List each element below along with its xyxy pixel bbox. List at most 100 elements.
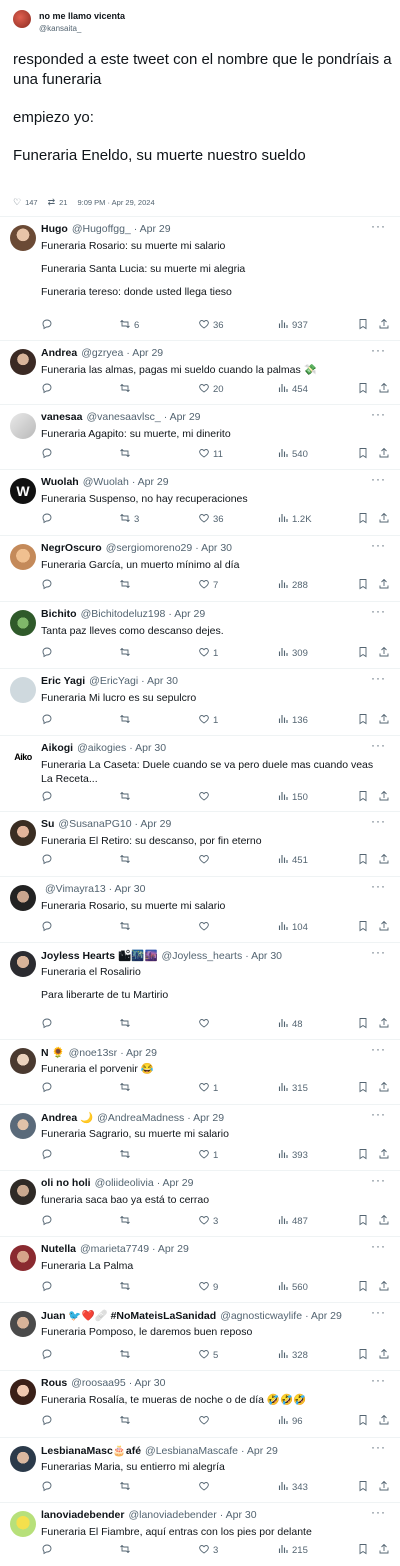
reply-button[interactable] xyxy=(41,1214,56,1229)
reply-tweet[interactable]: @Vimayra13 · Apr 30 ··· Funeraria Rosari… xyxy=(0,876,400,942)
share-button[interactable] xyxy=(378,1081,390,1096)
like-button[interactable]: 9 xyxy=(198,1280,218,1295)
share-button[interactable] xyxy=(378,1543,390,1558)
like-button[interactable] xyxy=(198,853,213,868)
reply-tweet[interactable]: Hugo @Hugoffgg_ · Apr 29 ··· Funeraria R… xyxy=(0,216,400,340)
author-name[interactable]: Juan 🐦❤️🩹 #NoMateisLaSanidad xyxy=(41,1309,216,1322)
reply-button[interactable] xyxy=(41,853,56,868)
share-button[interactable] xyxy=(378,1414,390,1429)
avatar[interactable] xyxy=(13,10,31,28)
reply-date[interactable]: · Apr 30 xyxy=(220,1509,257,1521)
retweet-button[interactable] xyxy=(119,578,134,593)
avatar[interactable] xyxy=(10,413,36,439)
bookmark-button[interactable] xyxy=(357,1017,369,1032)
like-button[interactable]: 1 xyxy=(198,1148,218,1163)
like-button[interactable]: 1 xyxy=(198,1081,218,1096)
share-button[interactable] xyxy=(378,512,390,527)
reply-tweet[interactable]: Andrea @gzryea · Apr 29 ··· Funeraria la… xyxy=(0,340,400,404)
reply-date[interactable]: · Apr 29 xyxy=(120,1047,157,1059)
author-name[interactable]: oli no holi xyxy=(41,1177,91,1189)
more-options-icon[interactable]: ··· xyxy=(371,738,386,752)
author-name[interactable]: LesbianaMasc🎂afé xyxy=(41,1444,141,1457)
reply-date[interactable]: · Apr 29 xyxy=(187,1112,224,1124)
bookmark-button[interactable] xyxy=(357,646,369,661)
reply-tweet[interactable]: Juan 🐦❤️🩹 #NoMateisLaSanidad @agnosticwa… xyxy=(0,1302,400,1370)
like-button[interactable]: 20 xyxy=(198,382,224,397)
author-handle[interactable]: @AndreaMadness xyxy=(97,1112,184,1124)
author-name[interactable]: Bichito xyxy=(41,608,77,620)
like-button[interactable]: 36 xyxy=(198,318,224,333)
author-handle[interactable]: @kansaita_ xyxy=(39,24,81,33)
avatar[interactable] xyxy=(10,1048,36,1074)
avatar[interactable] xyxy=(10,1511,36,1537)
retweet-button[interactable]: 3 xyxy=(119,512,139,527)
reply-tweet[interactable]: Rous @roosaa95 · Apr 30 ··· Funeraria Ro… xyxy=(0,1370,400,1437)
reply-button[interactable] xyxy=(41,790,56,805)
retweet-button[interactable] xyxy=(119,1148,134,1163)
retweet-button[interactable] xyxy=(119,853,134,868)
views-button[interactable]: 487 xyxy=(277,1214,308,1229)
share-button[interactable] xyxy=(378,790,390,805)
reply-tweet[interactable]: LesbianaMasc🎂afé @LesbianaMascafe · Apr … xyxy=(0,1437,400,1502)
views-button[interactable]: 96 xyxy=(277,1414,303,1429)
avatar[interactable] xyxy=(10,885,36,911)
retweet-button[interactable] xyxy=(119,1280,134,1295)
views-button[interactable]: 454 xyxy=(277,382,308,397)
share-button[interactable] xyxy=(378,1148,390,1163)
like-button[interactable] xyxy=(198,1017,213,1032)
avatar[interactable] xyxy=(10,1179,36,1205)
reply-button[interactable] xyxy=(41,920,56,935)
retweet-button[interactable]: 6 xyxy=(119,318,139,333)
avatar[interactable] xyxy=(10,1311,36,1337)
avatar[interactable] xyxy=(10,951,36,977)
avatar[interactable]: Aiko xyxy=(10,744,36,770)
reply-date[interactable]: · Apr 29 xyxy=(168,608,205,620)
bookmark-button[interactable] xyxy=(357,1414,369,1429)
author-handle[interactable]: @lanoviadebender xyxy=(128,1509,216,1521)
more-options-icon[interactable]: ··· xyxy=(371,1173,386,1187)
more-options-icon[interactable]: ··· xyxy=(371,814,386,828)
views-button[interactable]: 104 xyxy=(277,920,308,935)
share-button[interactable] xyxy=(378,853,390,868)
reply-date[interactable]: · Apr 29 xyxy=(126,347,163,359)
more-options-icon[interactable]: ··· xyxy=(371,671,386,685)
author-handle[interactable]: @LesbianaMascafe xyxy=(145,1445,238,1457)
reply-button[interactable] xyxy=(41,1081,56,1096)
retweet-button[interactable] xyxy=(119,1348,134,1363)
views-button[interactable]: 1.2K xyxy=(277,512,312,527)
author-handle[interactable]: @roosaa95 xyxy=(71,1377,125,1389)
author-handle[interactable]: @Vimayra13 xyxy=(45,883,106,895)
more-options-icon[interactable]: ··· xyxy=(371,472,386,486)
author-handle[interactable]: @Joyless_hearts xyxy=(162,950,243,962)
author-handle[interactable]: @Hugoffgg_ xyxy=(72,223,131,235)
retweet-button[interactable] xyxy=(119,382,134,397)
avatar[interactable] xyxy=(10,610,36,636)
author-name[interactable]: Aikogi xyxy=(41,742,73,754)
avatar[interactable] xyxy=(10,1245,36,1271)
views-button[interactable]: 451 xyxy=(277,853,308,868)
reply-tweet[interactable]: Joyless Hearts 🏙🌃🌆 @Joyless_hearts · Apr… xyxy=(0,942,400,1039)
reply-date[interactable]: · Apr 30 xyxy=(129,742,166,754)
author-handle[interactable]: @marieta7749 xyxy=(80,1243,149,1255)
author-handle[interactable]: @SusanaPG10 xyxy=(58,818,131,830)
avatar[interactable] xyxy=(10,544,36,570)
retweet-button[interactable] xyxy=(119,646,134,661)
share-button[interactable] xyxy=(378,1017,390,1032)
bookmark-button[interactable] xyxy=(357,1148,369,1163)
more-options-icon[interactable]: ··· xyxy=(371,1107,386,1121)
author-name[interactable]: lanoviadebender xyxy=(41,1509,124,1521)
reply-date[interactable]: · Apr 29 xyxy=(152,1243,189,1255)
more-options-icon[interactable]: ··· xyxy=(371,1505,386,1519)
like-button[interactable] xyxy=(198,920,213,935)
reply-date[interactable]: · Apr 29 xyxy=(132,476,169,488)
reply-button[interactable] xyxy=(41,318,56,333)
author-name[interactable]: Hugo xyxy=(41,223,68,235)
reply-button[interactable] xyxy=(41,1543,56,1558)
bookmark-button[interactable] xyxy=(357,853,369,868)
reply-date[interactable]: · Apr 29 xyxy=(157,1177,194,1189)
reply-date[interactable]: · Apr 29 xyxy=(135,818,172,830)
bookmark-button[interactable] xyxy=(357,1081,369,1096)
retweet-button[interactable] xyxy=(119,447,134,462)
reply-tweet[interactable]: oli no holi @oliideolivia · Apr 29 ··· f… xyxy=(0,1170,400,1236)
bookmark-button[interactable] xyxy=(357,447,369,462)
